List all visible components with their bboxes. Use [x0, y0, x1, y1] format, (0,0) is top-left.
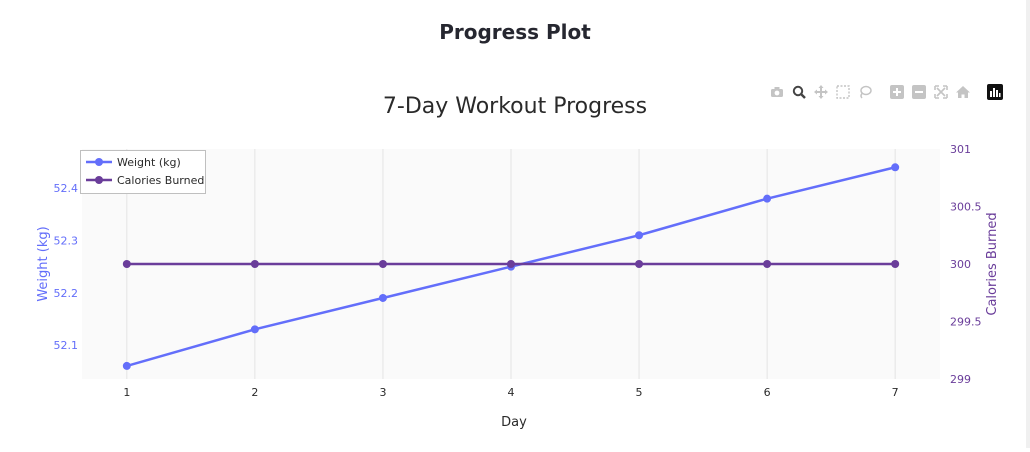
y2-tick-label: 300.5: [950, 201, 982, 214]
y-tick-label: 52.4: [54, 182, 79, 195]
chart-title: 7-Day Workout Progress: [383, 94, 647, 119]
data-point: [635, 260, 644, 268]
y-tick-label: 52.3: [54, 234, 79, 247]
legend-swatch-marker: [95, 158, 103, 166]
page-title: Progress Plot: [439, 20, 591, 44]
y2-tick-label: 301: [950, 143, 971, 156]
lasso-select-icon[interactable]: [856, 83, 874, 101]
x-tick-label: 5: [636, 386, 643, 399]
legend: Weight (kg) Calories Burned: [80, 150, 206, 194]
x-tick-label: 1: [123, 386, 130, 399]
box-select-icon[interactable]: [834, 83, 852, 101]
data-point: [891, 260, 900, 268]
plot-container: 1 2 3 4 5 6 7 52.1 52.2 52.3 52.4 299 299.5 300 300.5 3…: [0, 70, 1030, 448]
legend-label: Calories Burned: [117, 174, 204, 187]
legend-label: Weight (kg): [117, 156, 181, 169]
y-axis-label: Weight (kg): [36, 226, 51, 301]
y2-axis-label: Calories Burned: [985, 212, 1000, 315]
plotly-logo-icon[interactable]: [986, 83, 1004, 101]
autoscale-icon[interactable]: [932, 83, 950, 101]
y2-tick-label: 299.5: [950, 316, 982, 329]
pan-icon[interactable]: [812, 83, 830, 101]
camera-icon[interactable]: [768, 83, 786, 101]
data-point: [763, 194, 772, 203]
x-tick-label: 4: [508, 386, 515, 399]
y2-tick-label: 299: [950, 373, 971, 386]
y2-tick-label: 300: [950, 258, 971, 271]
modebar: [768, 82, 1004, 102]
zoom-in-icon[interactable]: [888, 83, 906, 101]
data-point: [250, 325, 259, 334]
reset-axes-icon[interactable]: [954, 83, 972, 101]
y-tick-label: 52.2: [54, 287, 79, 300]
y-tick-label: 52.1: [54, 339, 79, 352]
x-tick-label: 7: [892, 386, 899, 399]
data-point: [122, 260, 131, 268]
zoom-out-icon[interactable]: [910, 83, 928, 101]
legend-swatch-marker: [95, 176, 103, 184]
data-point: [378, 260, 387, 268]
data-point: [122, 361, 131, 370]
x-tick-label: 3: [379, 386, 386, 399]
data-point: [378, 293, 387, 302]
zoom-icon[interactable]: [790, 83, 808, 101]
data-point: [507, 260, 515, 268]
data-point: [891, 163, 900, 172]
data-point: [635, 231, 644, 240]
chart-svg: 1 2 3 4 5 6 7 52.1 52.2 52.3 52.4 299 299.5 300 300.5 3…: [36, 94, 1000, 430]
data-point: [250, 260, 259, 268]
x-tick-label: 2: [251, 386, 258, 399]
x-axis-label: Day: [501, 415, 527, 430]
x-tick-label: 6: [764, 386, 771, 399]
data-point: [763, 260, 772, 268]
